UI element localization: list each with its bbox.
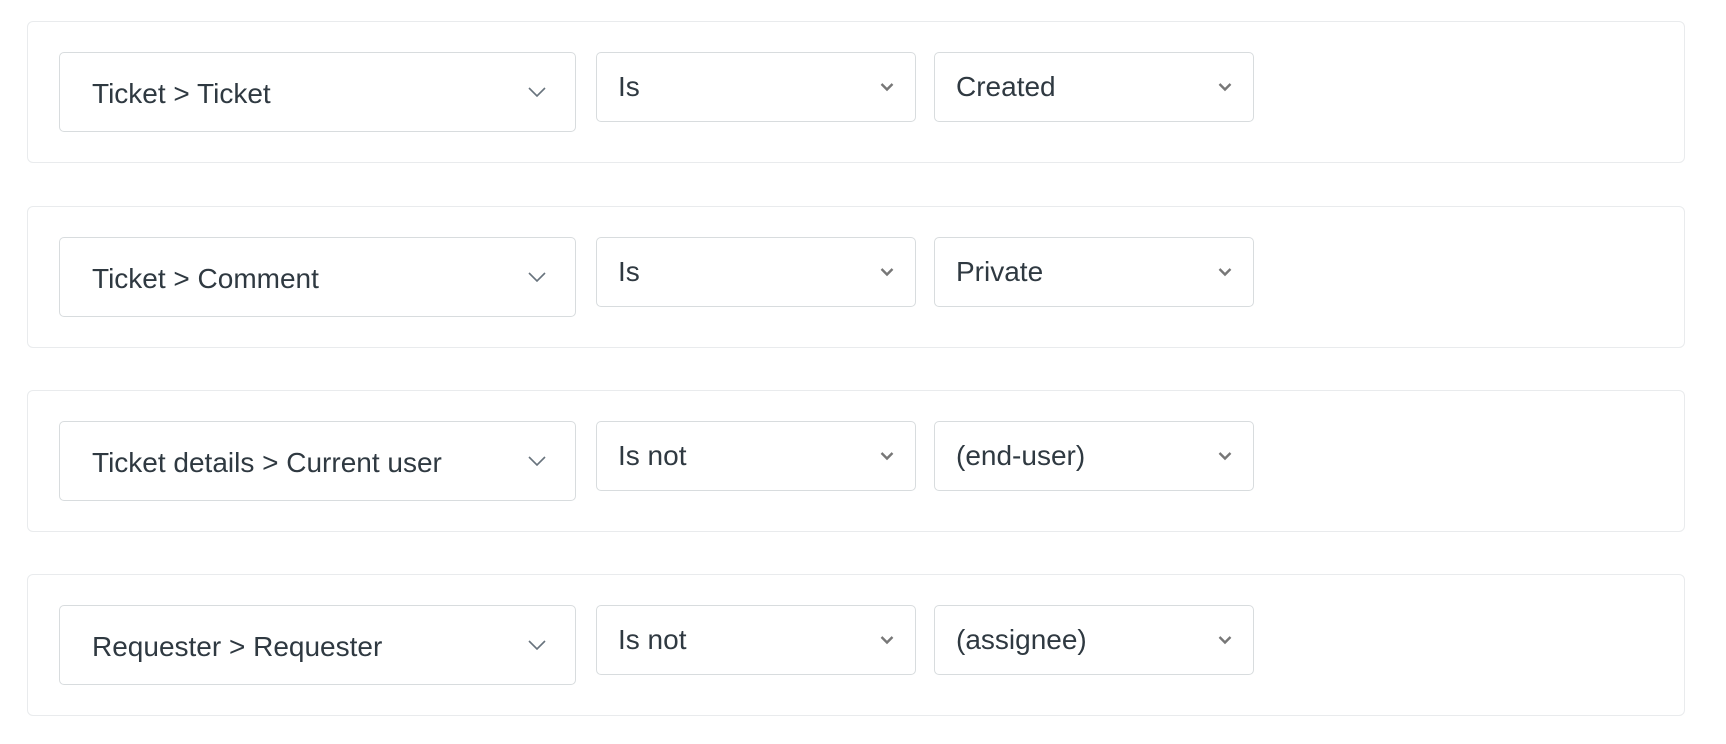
chevron-down-icon bbox=[528, 272, 546, 282]
condition-row: Ticket > Comment Is Private bbox=[27, 206, 1685, 348]
field-select-value: Ticket > Comment bbox=[92, 262, 319, 294]
operator-select[interactable]: Is not bbox=[596, 421, 916, 491]
field-select-value: Ticket details > Current user bbox=[92, 446, 442, 478]
field-select[interactable]: Ticket details > Current user bbox=[59, 421, 576, 501]
operator-select-value: Is not bbox=[618, 624, 687, 655]
chevron-down-icon bbox=[880, 268, 894, 277]
chevron-down-icon bbox=[1218, 268, 1232, 277]
chevron-down-icon bbox=[1218, 452, 1232, 461]
operator-select-value: Is bbox=[618, 256, 640, 287]
value-select[interactable]: Created bbox=[934, 52, 1254, 122]
value-select-value: (end-user) bbox=[956, 440, 1086, 471]
condition-row: Ticket > Ticket Is Created bbox=[27, 21, 1685, 163]
operator-select-value: Is bbox=[618, 71, 640, 102]
value-select-value: (assignee) bbox=[956, 624, 1087, 655]
field-select-value: Ticket > Ticket bbox=[92, 77, 271, 109]
chevron-down-icon bbox=[1218, 83, 1232, 92]
chevron-down-icon bbox=[880, 452, 894, 461]
operator-select[interactable]: Is bbox=[596, 237, 916, 307]
value-select[interactable]: Private bbox=[934, 237, 1254, 307]
condition-row: Ticket details > Current user Is not (en… bbox=[27, 390, 1685, 532]
chevron-down-icon bbox=[880, 83, 894, 92]
operator-select-value: Is not bbox=[618, 440, 687, 471]
chevron-down-icon bbox=[528, 87, 546, 97]
value-select-value: Created bbox=[956, 71, 1056, 102]
field-select-value: Requester > Requester bbox=[92, 630, 383, 662]
field-select[interactable]: Requester > Requester bbox=[59, 605, 576, 685]
chevron-down-icon bbox=[528, 456, 546, 466]
chevron-down-icon bbox=[1218, 636, 1232, 645]
value-select-value: Private bbox=[956, 256, 1044, 287]
chevron-down-icon bbox=[528, 640, 546, 650]
operator-select[interactable]: Is not bbox=[596, 605, 916, 675]
value-select[interactable]: (end-user) bbox=[934, 421, 1254, 491]
condition-row: Requester > Requester Is not (assignee) bbox=[27, 574, 1685, 716]
value-select[interactable]: (assignee) bbox=[934, 605, 1254, 675]
operator-select[interactable]: Is bbox=[596, 52, 916, 122]
field-select[interactable]: Ticket > Ticket bbox=[59, 52, 576, 132]
chevron-down-icon bbox=[880, 636, 894, 645]
field-select[interactable]: Ticket > Comment bbox=[59, 237, 576, 317]
